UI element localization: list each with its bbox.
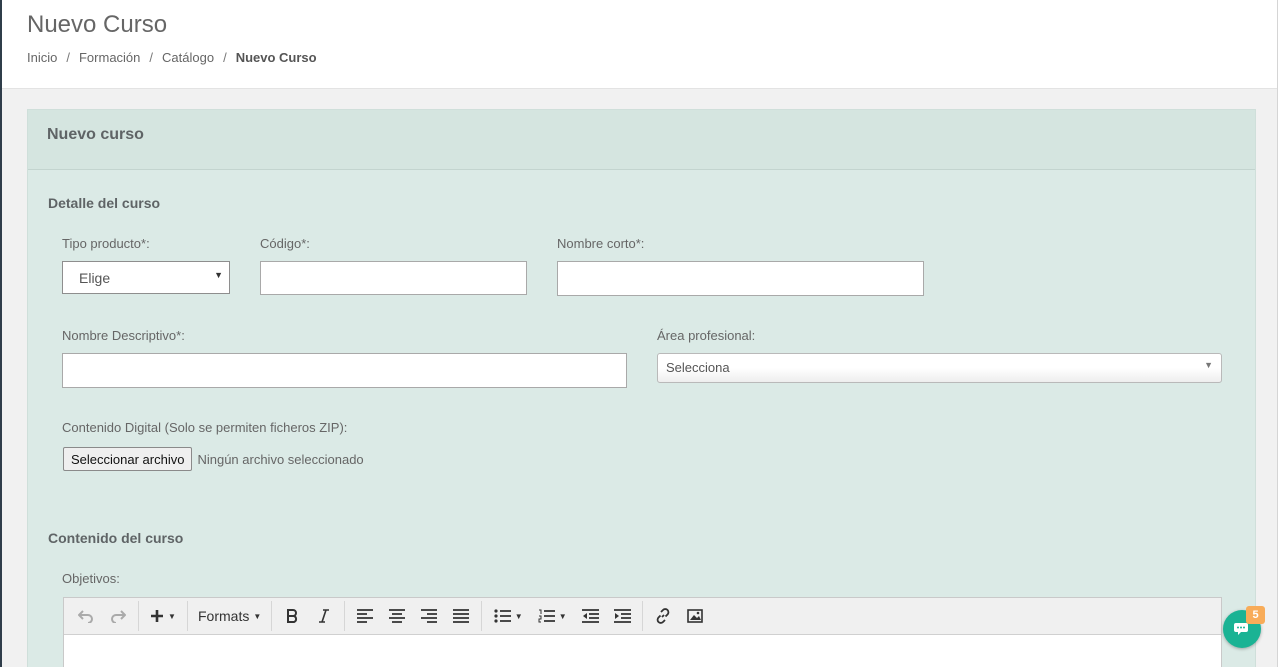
breadcrumb-separator: /	[149, 50, 154, 65]
breadcrumb-formacion[interactable]: Formación	[79, 50, 140, 65]
chevron-down-icon: ▼	[514, 611, 523, 621]
tipo-producto-select[interactable]: Elige ▼	[62, 261, 230, 294]
page-title: Nuevo Curso	[27, 11, 168, 38]
breadcrumb-separator: /	[223, 50, 227, 65]
tipo-producto-label: Tipo producto*:	[62, 236, 150, 251]
area-profesional-label: Área profesional:	[657, 328, 756, 343]
list-group: ▼ ▼	[482, 601, 644, 631]
editor-toolbar: ▼ Formats ▼ ▼ ▼	[64, 598, 1221, 635]
chevron-down-icon: ▼	[558, 611, 567, 621]
chat-badge: 5	[1246, 606, 1265, 624]
breadcrumb-inicio[interactable]: Inicio	[27, 50, 57, 65]
align-justify-icon[interactable]	[445, 602, 477, 630]
area-profesional-select[interactable]: Selecciona ▼	[657, 353, 1222, 383]
style-group	[272, 601, 346, 631]
breadcrumb-current: Nuevo Curso	[235, 50, 317, 65]
indent-icon[interactable]	[606, 602, 638, 630]
sidebar-edge	[0, 0, 2, 667]
chevron-down-icon: ▼	[253, 611, 262, 621]
objetivos-label: Objetivos:	[62, 571, 120, 586]
formats-label: Formats	[198, 608, 250, 624]
nombre-corto-input[interactable]	[557, 261, 924, 296]
tipo-producto-value: Elige	[79, 270, 111, 286]
insert-group: ▼	[139, 601, 188, 631]
image-icon[interactable]	[679, 602, 711, 630]
align-center-icon[interactable]	[381, 602, 413, 630]
numbered-list-icon[interactable]: ▼	[530, 602, 574, 630]
breadcrumb: Inicio / Formación / Catálogo / Nuevo Cu…	[27, 50, 317, 65]
codigo-input[interactable]	[260, 261, 527, 295]
link-icon[interactable]	[647, 602, 679, 630]
nombre-descriptivo-input[interactable]	[62, 353, 627, 388]
file-status: Ningún archivo seleccionado	[197, 451, 364, 467]
panel-title: Nuevo curso	[47, 126, 144, 143]
panel-header: Nuevo curso	[28, 110, 1255, 170]
area-profesional-value: Selecciona	[666, 360, 730, 375]
new-course-panel: Nuevo curso Detalle del curso Tipo produ…	[27, 109, 1256, 667]
redo-icon[interactable]	[102, 602, 134, 630]
media-group	[643, 601, 715, 631]
section-title-detalle: Detalle del curso	[48, 195, 161, 211]
bullet-list-icon[interactable]: ▼	[486, 602, 530, 630]
codigo-label: Código*:	[260, 236, 310, 251]
section-title-contenido: Contenido del curso	[48, 530, 184, 546]
insert-icon[interactable]: ▼	[143, 602, 183, 630]
page-header: Nuevo Curso Inicio / Formación / Catálog…	[2, 0, 1277, 89]
breadcrumb-separator: /	[66, 50, 70, 65]
chevron-down-icon: ▼	[1204, 360, 1213, 370]
chat-icon	[1234, 623, 1248, 635]
bold-icon[interactable]	[276, 602, 308, 630]
objetivos-editor: ▼ Formats ▼ ▼ ▼	[63, 597, 1222, 667]
history-group	[66, 601, 139, 631]
select-file-button[interactable]: Seleccionar archivo	[63, 447, 193, 471]
align-right-icon[interactable]	[413, 602, 445, 630]
chevron-down-icon: ▼	[168, 611, 176, 621]
file-upload: Seleccionar archivo Ningún archivo selec…	[63, 447, 364, 471]
nombre-descriptivo-label: Nombre Descriptivo*:	[62, 328, 185, 343]
breadcrumb-catalogo[interactable]: Catálogo	[162, 50, 214, 65]
chevron-down-icon: ▼	[214, 270, 223, 280]
contenido-digital-label: Contenido Digital (Solo se permiten fich…	[62, 420, 348, 435]
italic-icon[interactable]	[308, 602, 340, 630]
align-left-icon[interactable]	[349, 602, 381, 630]
formats-group: Formats ▼	[188, 601, 273, 631]
formats-dropdown[interactable]: Formats ▼	[192, 602, 267, 630]
align-group	[345, 601, 483, 631]
nombre-corto-label: Nombre corto*:	[557, 236, 645, 251]
undo-icon[interactable]	[70, 602, 102, 630]
outdent-icon[interactable]	[574, 602, 606, 630]
